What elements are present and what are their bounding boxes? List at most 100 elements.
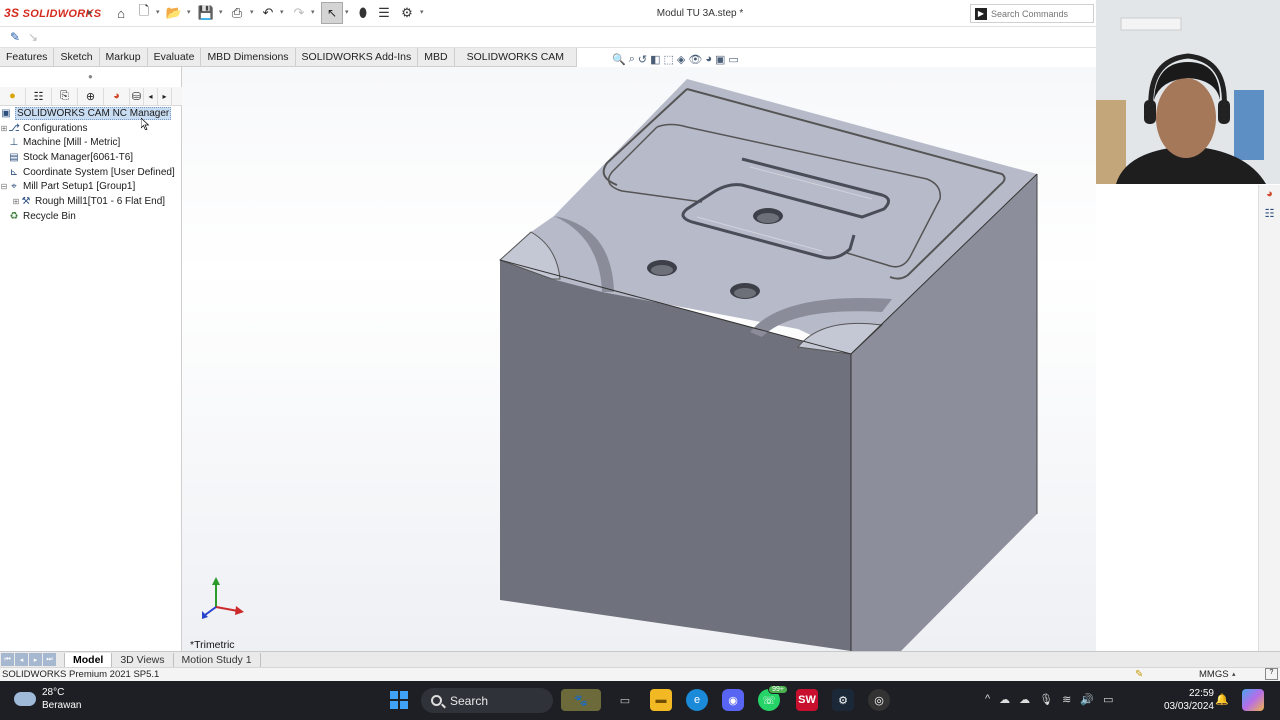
dimxpert-manager-tab-icon[interactable]: ⊕ <box>78 87 104 105</box>
whatsapp-icon[interactable]: ☏ 99+ <box>758 685 788 711</box>
edge-browser-icon[interactable]: e <box>686 689 708 711</box>
sketch-line-icon[interactable]: ↘ <box>28 30 44 46</box>
select-pointer-icon[interactable]: ↖ <box>321 2 343 24</box>
previous-tab-icon[interactable]: ◂ <box>15 653 28 666</box>
help-icon[interactable]: ? <box>1265 668 1278 680</box>
chevron-up-icon[interactable]: ^ <box>985 693 990 706</box>
tab-solidworks-add-ins[interactable]: SOLIDWORKS Add-Ins <box>295 48 419 66</box>
display-manager-tab-icon[interactable]: ◕ <box>104 87 130 105</box>
view-settings-icon[interactable]: ▭ <box>728 53 738 66</box>
home-icon[interactable]: ⌂ <box>112 4 130 22</box>
chevron-up-icon[interactable]: ▴ <box>1232 670 1236 678</box>
custom-properties-icon[interactable]: ☷ <box>1262 207 1278 223</box>
new-document-icon[interactable]: 🗋 <box>135 3 153 22</box>
expand-icon[interactable]: ⊞ <box>12 197 20 206</box>
tab-sketch[interactable]: Sketch <box>54 48 100 66</box>
tab-markup[interactable]: Markup <box>99 48 148 66</box>
tree-item-configurations[interactable]: ⊞ ⎇ Configurations <box>0 121 182 136</box>
appearances-icon[interactable]: ◕ <box>1262 188 1278 204</box>
display-style-icon[interactable]: ◈ <box>677 53 685 66</box>
chevron-down-icon[interactable]: ▾ <box>420 8 424 16</box>
onedrive-icon[interactable]: ☁ <box>1019 693 1030 706</box>
cnc-block-model[interactable] <box>182 67 1096 651</box>
open-folder-icon[interactable]: 📂 <box>165 4 183 22</box>
save-icon[interactable]: 💾 <box>197 4 215 22</box>
tab-3d-views[interactable]: 3D Views <box>112 652 174 667</box>
tab-mbd-dimensions[interactable]: MBD Dimensions <box>201 48 296 66</box>
tab-motion-study[interactable]: Motion Study 1 <box>174 652 261 667</box>
scroll-left-icon[interactable]: ◂ <box>144 87 158 105</box>
copilot-icon[interactable] <box>1242 689 1264 711</box>
hide-show-items-icon[interactable]: 👁 <box>688 53 702 66</box>
file-explorer-icon[interactable]: ▬ <box>650 689 672 711</box>
first-tab-icon[interactable]: ⏮ <box>1 653 14 666</box>
search-commands-box[interactable]: ▶ <box>970 4 1094 23</box>
appearance-icon[interactable]: ◕ <box>705 53 712 65</box>
collapse-icon[interactable]: ⊟ <box>0 182 8 191</box>
section-view-icon[interactable]: ◧ <box>650 53 660 66</box>
scroll-right-icon[interactable]: ▸ <box>158 87 172 105</box>
chevron-down-icon[interactable]: ▾ <box>250 8 254 16</box>
tab-solidworks-cam[interactable]: SOLIDWORKS CAM <box>454 48 578 66</box>
chevron-down-icon[interactable]: ▾ <box>219 8 223 16</box>
menu-expand-icon[interactable]: ▸ <box>88 7 93 18</box>
weather-widget[interactable]: 28°C Berawan <box>14 686 81 712</box>
windows-start-icon[interactable] <box>388 689 410 711</box>
rebuild-traffic-light-icon[interactable]: ⬮ <box>354 4 372 22</box>
smart-dimension-icon[interactable]: ✎ <box>10 30 26 46</box>
cam-feature-tree-tab-icon[interactable]: ⛁ <box>130 87 144 105</box>
next-tab-icon[interactable]: ▸ <box>29 653 42 666</box>
zoom-to-fit-icon[interactable]: 🔍 <box>612 53 626 66</box>
tree-item-rough-mill[interactable]: ⊞ ⚒ Rough Mill1[T01 - 6 Flat End] <box>0 194 182 209</box>
scene-icon[interactable]: ▣ <box>715 53 725 66</box>
chevron-down-icon[interactable]: ▾ <box>187 8 191 16</box>
previous-view-icon[interactable]: ↺ <box>638 53 647 66</box>
chevron-down-icon[interactable]: ▾ <box>345 8 349 16</box>
notification-bell-icon[interactable]: 🔔 <box>1214 690 1230 708</box>
chevron-down-icon[interactable]: ▾ <box>280 8 284 16</box>
tree-root[interactable]: ▣ SOLIDWORKS CAM NC Manager <box>0 106 182 121</box>
microphone-icon[interactable]: 🎙 <box>1039 693 1053 706</box>
expand-icon[interactable]: ⊞ <box>0 124 8 133</box>
tree-item-stock-manager[interactable]: ▤ Stock Manager[6061-T6] <box>0 150 182 165</box>
chevron-down-icon[interactable]: ▾ <box>311 8 315 16</box>
print-icon[interactable]: ⎙ <box>228 4 246 22</box>
obs-icon[interactable]: ◎ <box>868 689 890 711</box>
task-view-icon[interactable]: ▭ <box>614 689 636 711</box>
unit-system[interactable]: MMGS <box>1199 669 1229 680</box>
search-highlight-icon[interactable]: 🐾 <box>561 689 601 711</box>
last-tab-icon[interactable]: ⏭ <box>43 653 56 666</box>
tree-item-machine[interactable]: ⊥ Machine [Mill - Metric] <box>0 135 182 150</box>
tab-model[interactable]: Model <box>64 652 113 667</box>
view-orientation-icon[interactable]: ⬚ <box>664 53 674 66</box>
property-manager-tab-icon[interactable]: ☷ <box>26 87 52 105</box>
solidworks-logo[interactable]: 3S SOLIDWORKS <box>4 6 101 20</box>
options-gear-icon[interactable]: ⚙ <box>398 4 416 22</box>
configuration-manager-tab-icon[interactable]: ⎘ <box>52 87 78 105</box>
steam-icon[interactable]: ⚙ <box>832 689 854 711</box>
antivirus-icon[interactable]: ☁ <box>999 693 1010 706</box>
panel-collapse-handle[interactable]: ● <box>88 72 93 81</box>
tree-item-coordinate-system[interactable]: ⊾ Coordinate System [User Defined] <box>0 165 182 180</box>
system-clock[interactable]: 22:59 03/03/2024 <box>1158 687 1214 713</box>
chevron-down-icon[interactable]: ▾ <box>156 8 160 16</box>
tree-item-recycle-bin[interactable]: ♻ Recycle Bin <box>0 209 182 224</box>
rebuild-status-icon[interactable]: ✎ <box>1135 669 1143 680</box>
zoom-to-area-icon[interactable]: ⌕ <box>629 53 635 66</box>
graphics-area[interactable]: *Trimetric <box>182 67 1096 651</box>
discord-icon[interactable]: ◉ <box>722 689 744 711</box>
feature-manager-tab-icon[interactable]: ● <box>0 87 26 105</box>
speaker-icon[interactable]: 🔊 <box>1080 693 1094 706</box>
battery-icon[interactable]: ▭ <box>1103 693 1113 706</box>
redo-icon[interactable]: ↷ <box>290 4 308 22</box>
tab-mbd[interactable]: MBD <box>418 48 455 66</box>
tab-evaluate[interactable]: Evaluate <box>147 48 202 66</box>
tab-features[interactable]: Features <box>0 48 55 66</box>
tree-item-mill-part-setup[interactable]: ⊟ ⌖ Mill Part Setup1 [Group1] <box>0 179 182 194</box>
wifi-icon[interactable]: ≋ <box>1062 693 1071 706</box>
solidworks-taskbar-icon[interactable]: SW <box>796 689 818 711</box>
search-input[interactable] <box>991 8 1091 19</box>
file-properties-icon[interactable]: ☰ <box>375 4 393 22</box>
taskbar-search[interactable]: Search <box>421 688 553 713</box>
undo-icon[interactable]: ↶ <box>259 4 277 22</box>
